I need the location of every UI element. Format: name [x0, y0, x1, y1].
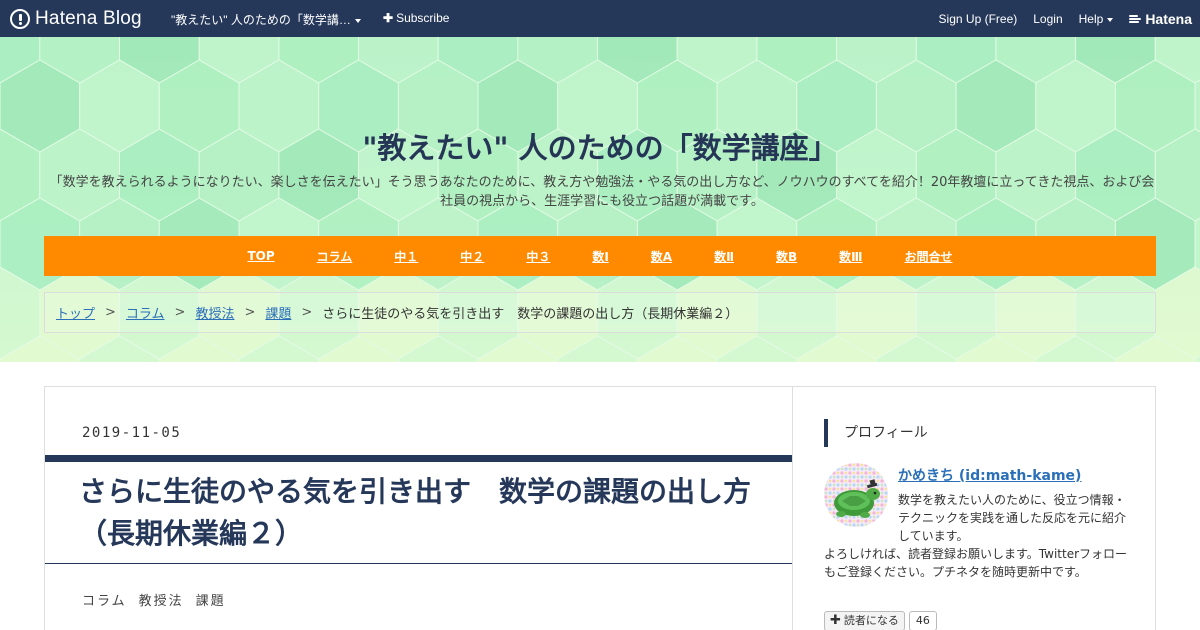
- profile-description: 数学を教えたい人のために、役立つ情報・テクニックを実践を通した反応を元に紹介して…: [898, 493, 1127, 543]
- hatena-logo[interactable]: Hatena: [1129, 11, 1192, 27]
- breadcrumb-separator: >: [244, 305, 256, 320]
- breadcrumb-separator: >: [301, 305, 313, 320]
- follow-widget: ✚ 読者になる 46: [824, 611, 937, 630]
- breadcrumb-link[interactable]: 教授法: [195, 303, 234, 322]
- breadcrumb-link[interactable]: 課題: [265, 303, 291, 322]
- nav-item[interactable]: TOP: [247, 249, 274, 263]
- nav-item[interactable]: 中１: [394, 248, 418, 265]
- login-link[interactable]: Login: [1033, 12, 1062, 26]
- blog-description: 「数学を教えられるようになりたい、楽しさを伝えたい」そう思うあなたのために、教え…: [49, 175, 1155, 209]
- breadcrumb-separator: >: [174, 305, 186, 320]
- follower-count: 46: [908, 611, 937, 630]
- nav-item[interactable]: 数Ⅲ: [839, 248, 862, 265]
- top-bar-right-links: Sign Up (Free) Login Help Hatena: [923, 11, 1192, 27]
- hatena-mark-icon: [1129, 14, 1142, 24]
- caret-down-icon: [1107, 17, 1114, 22]
- blog-title[interactable]: "教えたい" 人のための「数学講座」: [0, 125, 1200, 167]
- subscribe-label: Subscribe: [396, 11, 450, 25]
- blog-menu-label: "教えたい" 人のための「数学講…: [171, 13, 351, 27]
- entry-categories: コラム 教授法 課題: [82, 590, 238, 609]
- hatena-logo-text: Hatena: [1145, 11, 1192, 27]
- nav-item[interactable]: 中３: [526, 248, 550, 265]
- breadcrumb-current: さらに生徒のやる気を引き出す 数学の課題の出し方（長期休業編２）: [322, 307, 739, 322]
- breadcrumb: トップ > コラム > 教授法 > 課題 > さらに生徒のやる気を引き出す 数学の課題の出し方（…: [44, 292, 1156, 333]
- global-navigation: TOP コラム 中１ 中２ 中３ 数Ⅰ 数A 数Ⅱ 数B 数Ⅲ お問合せ: [44, 236, 1156, 276]
- profile-avatar[interactable]: [824, 463, 888, 527]
- sidebar: プロフィール かめきち (id:math-kame) 数学を教えたい人のために、…: [792, 386, 1156, 630]
- title-bottom-rule: [45, 563, 792, 564]
- profile-name-link[interactable]: かめきち (id:math-kame): [898, 465, 1081, 485]
- entry-article: 2019-11-05 さらに生徒のやる気を引き出す 数学の課題の出し方（長期休業…: [44, 386, 792, 630]
- plus-icon: ✚: [830, 613, 841, 628]
- category-link[interactable]: コラム: [82, 594, 127, 609]
- caret-down-icon: [354, 18, 361, 23]
- help-dropdown[interactable]: Help: [1079, 12, 1114, 26]
- nav-item[interactable]: 数A: [651, 248, 672, 265]
- profile-extra-text: よろしければ、読者登録お願いします。Twitterフォローもご登録ください。プチ…: [824, 547, 1128, 579]
- breadcrumb-separator: >: [105, 305, 116, 320]
- breadcrumb-link[interactable]: コラム: [126, 303, 165, 322]
- subscribe-button[interactable]: ✚ Subscribe: [383, 11, 449, 25]
- category-link[interactable]: 課題: [196, 594, 226, 609]
- profile-heading: プロフィール: [824, 419, 928, 447]
- turtle-avatar-icon: [824, 463, 888, 527]
- signup-link[interactable]: Sign Up (Free): [939, 12, 1018, 26]
- nav-item[interactable]: 数Ⅰ: [592, 248, 608, 265]
- nav-item[interactable]: 数Ⅱ: [714, 248, 734, 265]
- nav-item[interactable]: お問合せ: [905, 248, 953, 265]
- hatena-top-bar: Hatena Blog "教えたい" 人のための「数学講… ✚ Subscribe…: [0, 0, 1200, 37]
- hatena-exclamation-icon: [10, 9, 30, 29]
- category-link[interactable]: 教授法: [139, 594, 184, 609]
- follow-label: 読者になる: [843, 614, 899, 627]
- nav-item[interactable]: 中２: [460, 248, 484, 265]
- breadcrumb-link[interactable]: トップ: [56, 303, 95, 322]
- help-label: Help: [1078, 12, 1104, 26]
- logo-text: Hatena Blog: [35, 8, 142, 29]
- entry-date[interactable]: 2019-11-05: [82, 425, 181, 441]
- hatena-blog-logo[interactable]: Hatena Blog: [10, 8, 142, 30]
- title-top-rule: [45, 455, 792, 462]
- nav-item[interactable]: コラム: [317, 248, 353, 265]
- blog-menu-dropdown[interactable]: "教えたい" 人のための「数学講…: [171, 11, 361, 28]
- plus-icon: ✚: [383, 11, 394, 25]
- follow-button[interactable]: ✚ 読者になる: [824, 611, 905, 630]
- entry-title[interactable]: さらに生徒のやる気を引き出す 数学の課題の出し方（長期休業編２）: [79, 471, 779, 555]
- nav-item[interactable]: 数B: [776, 248, 797, 265]
